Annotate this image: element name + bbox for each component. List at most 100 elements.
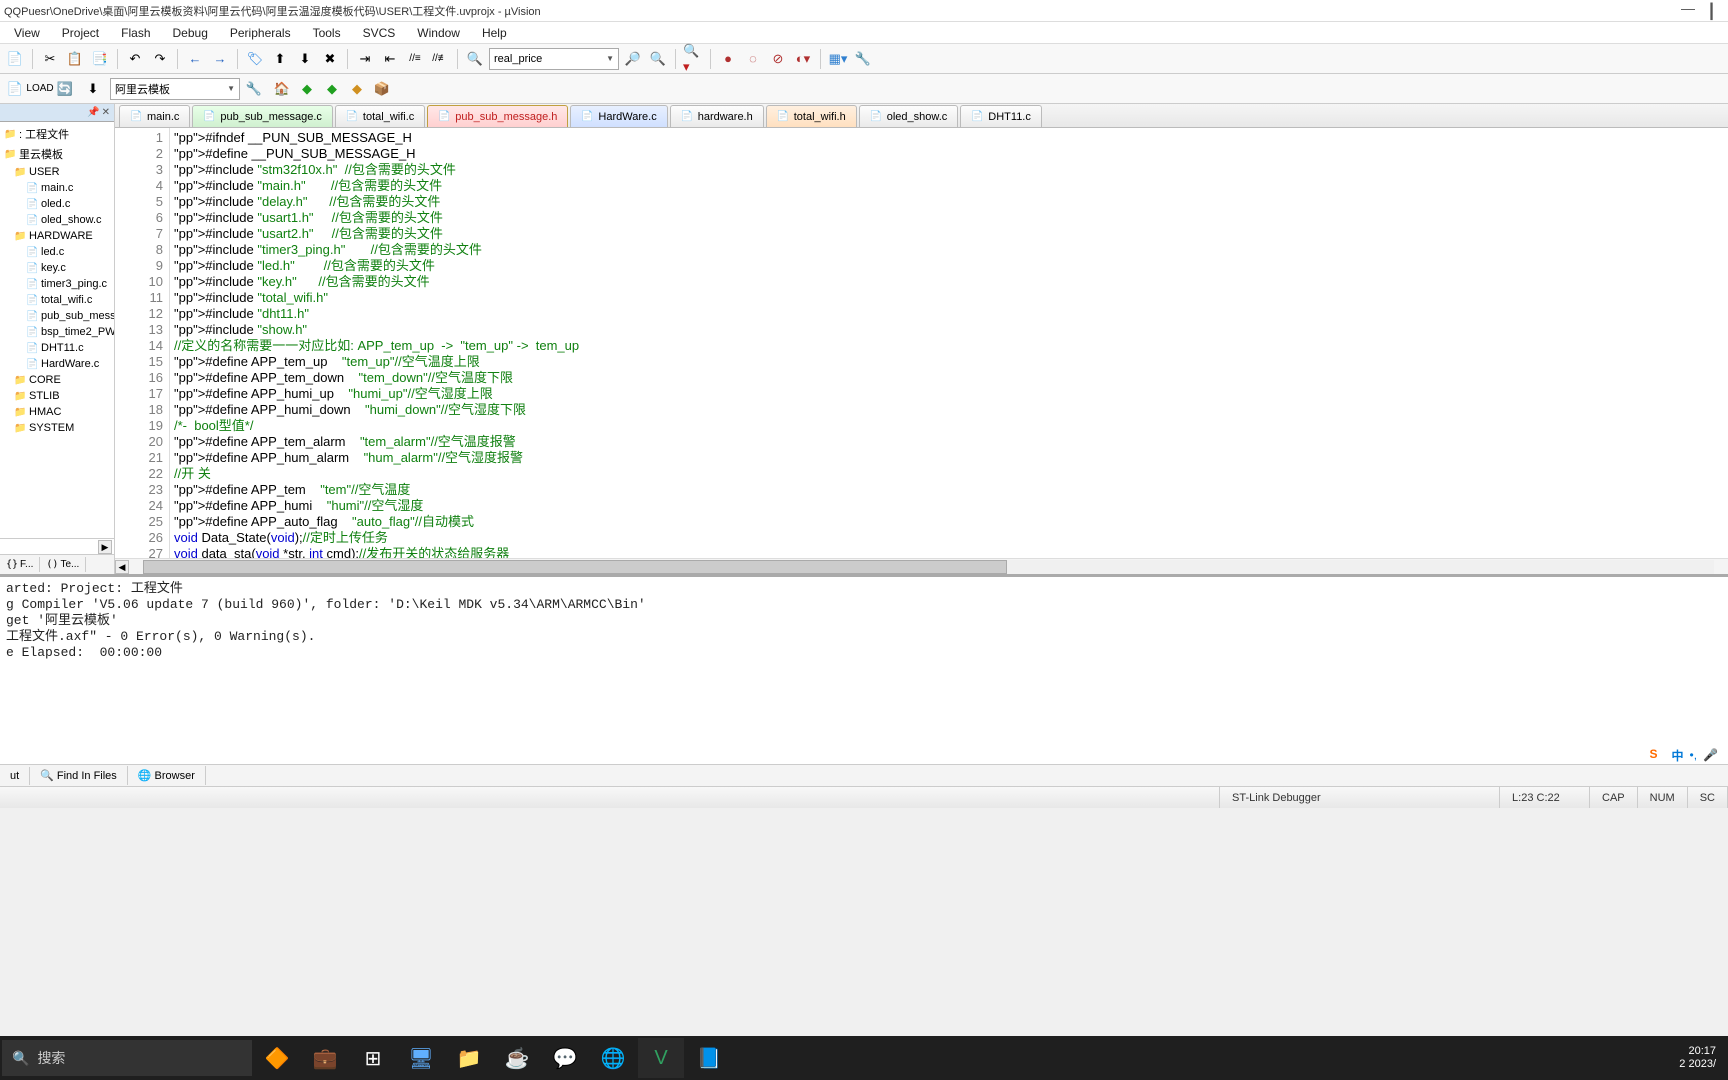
sogou-icon[interactable]: S xyxy=(1649,747,1665,763)
tree-folder[interactable]: HARDWARE xyxy=(0,228,114,244)
tree-file[interactable]: oled.c xyxy=(0,196,114,212)
scroll-thumb[interactable] xyxy=(143,560,1007,574)
wechat-icon[interactable]: 💬 xyxy=(542,1038,588,1078)
breakpoint-msg-icon[interactable]: ◐▾ xyxy=(792,48,814,70)
build-output[interactable]: arted: Project: 工程文件 g Compiler 'V5.06 u… xyxy=(0,577,1728,746)
menu-help[interactable]: Help xyxy=(472,24,517,42)
outdent-icon[interactable]: ⇤ xyxy=(379,48,401,70)
menu-svcs[interactable]: SVCS xyxy=(353,24,406,42)
ime-lang[interactable]: 中 xyxy=(1671,747,1683,764)
menu-view[interactable]: View xyxy=(4,24,50,42)
project-tab-0[interactable]: {}F... xyxy=(0,557,40,572)
comment-icon[interactable]: //≡ xyxy=(404,48,426,70)
breakpoint-icon[interactable]: ● xyxy=(717,48,739,70)
file-tab[interactable]: 📄main.c xyxy=(119,105,190,127)
tree-folder[interactable]: 里云模板 xyxy=(0,144,114,164)
tree-folder[interactable]: SYSTEM xyxy=(0,420,114,436)
breakpoint-disable-icon[interactable]: ◌ xyxy=(742,48,764,70)
download-icon[interactable]: ⬇ xyxy=(82,78,104,100)
tree-hscroll[interactable]: ▶ xyxy=(0,538,114,554)
debug-icon[interactable]: 🔍▾ xyxy=(682,48,704,70)
scroll-right-icon[interactable]: ▶ xyxy=(98,540,112,554)
pack-icon[interactable]: 📦 xyxy=(371,78,393,100)
pin-icon[interactable]: 📌 xyxy=(87,107,99,118)
file-tab[interactable]: 📄oled_show.c xyxy=(859,105,959,127)
output-tab-ut[interactable]: ut xyxy=(0,767,30,785)
output-tab-find-in-files[interactable]: 🔍Find In Files xyxy=(30,766,128,785)
taskbar-clock[interactable]: 20:17 2 2023/ xyxy=(1679,1045,1716,1071)
minimize-button[interactable]: — xyxy=(1681,0,1695,21)
tree-file[interactable]: main.c xyxy=(0,180,114,196)
tree-file[interactable]: led.c xyxy=(0,244,114,260)
menu-peripherals[interactable]: Peripherals xyxy=(220,24,301,42)
rebuild-icon[interactable]: 🔄 xyxy=(54,78,76,100)
tree-folder[interactable]: : 工程文件 xyxy=(0,124,114,144)
tree-folder[interactable]: CORE xyxy=(0,372,114,388)
project-tree[interactable]: : 工程文件里云模板USERmain.coled.coled_show.cHAR… xyxy=(0,122,114,538)
bookmark-prev-icon[interactable]: ⬆ xyxy=(269,48,291,70)
explorer-icon[interactable]: 📁 xyxy=(446,1038,492,1078)
translate-icon[interactable]: 📄 xyxy=(4,78,26,100)
taskbar-app2-icon[interactable]: 💼 xyxy=(302,1038,348,1078)
tree-folder[interactable]: HMAC xyxy=(0,404,114,420)
find-icon[interactable]: 🔍 xyxy=(464,48,486,70)
manage3-icon[interactable]: ◆ xyxy=(346,78,368,100)
nav-back-icon[interactable]: ← xyxy=(184,48,206,70)
vscode-icon[interactable]: V xyxy=(638,1038,684,1078)
menu-project[interactable]: Project xyxy=(52,24,109,42)
undo-icon[interactable]: ↶ xyxy=(124,48,146,70)
new-file-icon[interactable]: 📄 xyxy=(4,48,26,70)
build-icon[interactable]: LOAD xyxy=(29,78,51,100)
find-combo[interactable]: real_price ▼ xyxy=(489,48,619,70)
output-tab-browser[interactable]: 🌐Browser xyxy=(128,766,206,785)
incremental-find-icon[interactable]: 🔍 xyxy=(647,48,669,70)
menu-debug[interactable]: Debug xyxy=(163,24,218,42)
file-tab[interactable]: 📄hardware.h xyxy=(670,105,764,127)
tree-file[interactable]: HardWare.c xyxy=(0,356,114,372)
redo-icon[interactable]: ↷ xyxy=(149,48,171,70)
tree-file[interactable]: DHT11.c xyxy=(0,340,114,356)
cut-icon[interactable]: ✂ xyxy=(39,48,61,70)
ime-mic-icon[interactable]: 🎤 xyxy=(1703,748,1718,762)
bookmark-icon[interactable]: 🏷 xyxy=(244,48,266,70)
manage2-icon[interactable]: ◆ xyxy=(321,78,343,100)
taskbar-app1-icon[interactable]: 🔶 xyxy=(254,1038,300,1078)
tree-file[interactable]: oled_show.c xyxy=(0,212,114,228)
tree-folder[interactable]: USER xyxy=(0,164,114,180)
manage-icon[interactable]: ◆ xyxy=(296,78,318,100)
ime-punct-icon[interactable]: •, xyxy=(1690,748,1698,762)
menu-flash[interactable]: Flash xyxy=(111,24,160,42)
edge-icon[interactable]: 🌐 xyxy=(590,1038,636,1078)
nav-forward-icon[interactable]: → xyxy=(209,48,231,70)
file-tab[interactable]: 📄total_wifi.c xyxy=(335,105,425,127)
breakpoint-kill-icon[interactable]: ⊘ xyxy=(767,48,789,70)
window-icon[interactable]: ▦▾ xyxy=(827,48,849,70)
file-tab[interactable]: 📄pub_sub_message.c xyxy=(192,105,333,127)
code-view[interactable]: "pp">#ifndef __PUN_SUB_MESSAGE_H"pp">#de… xyxy=(170,128,1728,558)
bookmark-clear-icon[interactable]: ✖ xyxy=(319,48,341,70)
app-blue-icon[interactable]: 📘 xyxy=(686,1038,732,1078)
file-tab[interactable]: 📄HardWare.c xyxy=(570,105,667,127)
menu-window[interactable]: Window xyxy=(407,24,470,42)
target-combo[interactable]: 阿里云模板 ▼ xyxy=(110,78,240,100)
taskbar-search[interactable]: 🔍 搜索 xyxy=(2,1040,252,1076)
copy-icon[interactable]: 📋 xyxy=(64,48,86,70)
menu-tools[interactable]: Tools xyxy=(303,24,351,42)
scroll-left-icon[interactable]: ◀ xyxy=(115,560,129,574)
configure-icon[interactable]: 🔧 xyxy=(852,48,874,70)
tree-file[interactable]: timer3_ping.c xyxy=(0,276,114,292)
close-button[interactable]: | xyxy=(1709,0,1714,21)
tree-file[interactable]: total_wifi.c xyxy=(0,292,114,308)
paste-icon[interactable]: 📑 xyxy=(89,48,111,70)
project-tab-1[interactable]: ()Te... xyxy=(40,557,86,572)
desktop-icon[interactable]: 🖥 xyxy=(398,1038,444,1078)
close-icon[interactable]: ✕ xyxy=(102,107,110,118)
file-tab[interactable]: 📄DHT11.c xyxy=(960,105,1042,127)
indent-icon[interactable]: ⇥ xyxy=(354,48,376,70)
tree-folder[interactable]: STLIB xyxy=(0,388,114,404)
file-tab[interactable]: 📄pub_sub_message.h xyxy=(427,105,568,127)
task-view-icon[interactable]: ⊞ xyxy=(350,1038,396,1078)
tree-file[interactable]: bsp_time2_PWM xyxy=(0,324,114,340)
tree-file[interactable]: key.c xyxy=(0,260,114,276)
find-in-files-icon[interactable]: 🔎 xyxy=(622,48,644,70)
